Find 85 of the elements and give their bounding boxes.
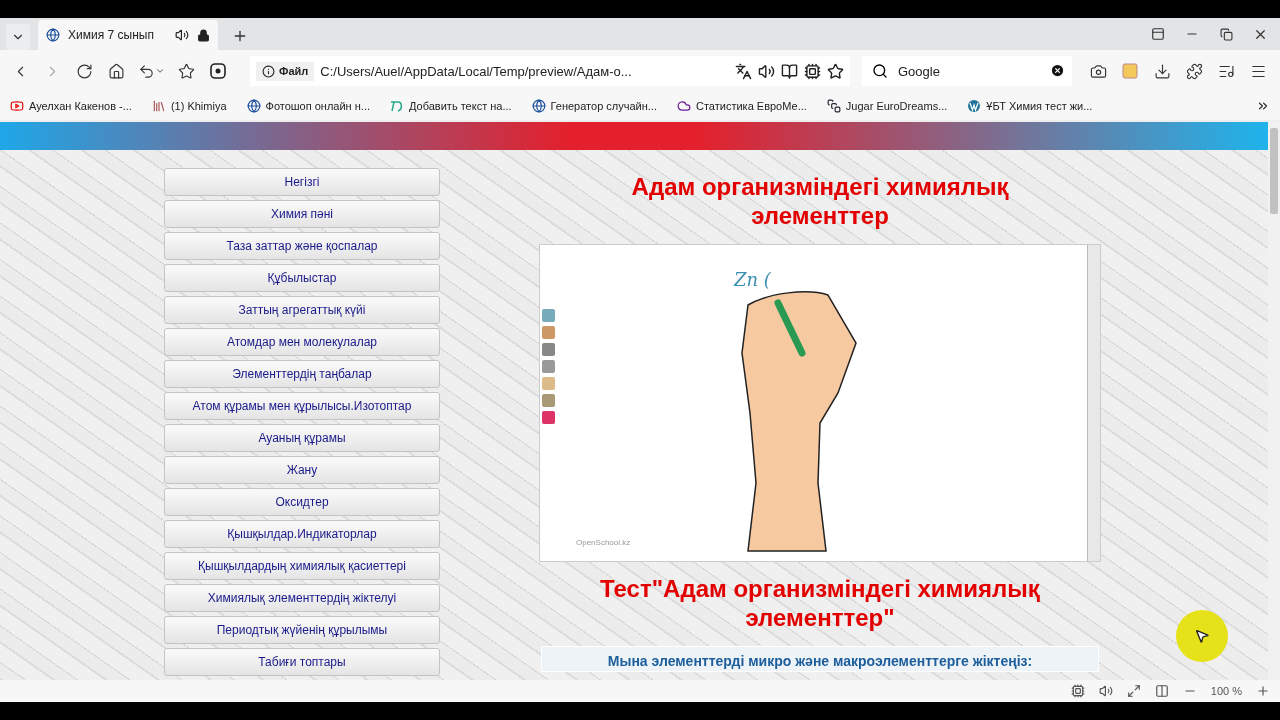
nav-menu-item[interactable]: Химиялық элементтердің жіктелуі (164, 584, 440, 612)
nav-menu-item[interactable]: Периодтық жүйенің құрылымы (164, 616, 440, 644)
books-icon (151, 99, 166, 113)
more-bookmarks-icon[interactable] (1256, 99, 1270, 113)
bookmark-link[interactable]: Добавить текст на... (390, 100, 512, 112)
sticker-icon (542, 377, 555, 390)
sticker-icon (542, 343, 555, 356)
bookmark-link[interactable]: ҰБТ Химия тест жи... (967, 99, 1093, 113)
search-field[interactable]: Google (862, 56, 1072, 86)
page-scrollbar[interactable] (1268, 122, 1280, 680)
search-icon (872, 63, 888, 79)
wordpress-logo-icon (967, 99, 982, 113)
nav-menu-item[interactable]: Таза заттар және қоспалар (164, 232, 440, 260)
nav-menu-item[interactable]: Атомдар мен молекулалар (164, 328, 440, 356)
sticker-icon (542, 326, 555, 339)
square-icon (826, 99, 841, 113)
bookmark-link[interactable]: Генератор случайн... (531, 99, 657, 113)
globe-icon (246, 99, 261, 113)
caret-icon (154, 66, 165, 76)
nav-menu-item[interactable]: Элементтердің таңбалар (164, 360, 440, 388)
read-aloud-icon[interactable] (758, 62, 775, 80)
screenshot-icon (1089, 62, 1107, 80)
fullscreen-icon[interactable] (1126, 684, 1141, 698)
new-tab-icon (232, 28, 248, 44)
bookmark-star-icon (177, 62, 195, 80)
speaker-icon[interactable] (1098, 684, 1113, 698)
notes-icon (1122, 63, 1138, 79)
question-text: Мына элементтерді микро және макроэлементтерге жіктеңіз: (607, 653, 1033, 669)
browser-tab[interactable]: Химия 7 сынып (38, 20, 218, 50)
address-bar[interactable]: Файл C:/Users/Auel/AppData/Local/Temp/preview/Адам-о... (250, 56, 850, 86)
extensions-icon (1185, 62, 1203, 80)
nav-menu-item[interactable]: Табиғи топтары (164, 648, 440, 676)
sticker-icon (542, 309, 555, 322)
nav-menu-item[interactable]: Қышқылдардың химиялық қасиеттері (164, 552, 440, 580)
test-title: Тест"Адам организміндегі химиялық элементтер" (599, 574, 1041, 632)
site-info-button[interactable]: Файл (256, 61, 315, 81)
bookmark-link[interactable]: Фотошоп онлайн н... (246, 99, 370, 113)
nav-menu-item[interactable]: Химия пәні (164, 200, 440, 228)
chip-icon[interactable] (1070, 684, 1085, 698)
url-text: C:/Users/Auel/AppData/Local/Temp/preview/Адам-о... (320, 63, 633, 79)
home-icon (107, 62, 125, 80)
bookmark-link[interactable]: Jugar EuroDreams... (826, 99, 948, 113)
cloud-icon (677, 99, 691, 113)
nav-menu-item[interactable]: Заттың агрегаттық күйі (164, 296, 440, 324)
video-scrollbar[interactable] (1087, 245, 1100, 561)
bookmark-link[interactable]: (1) Khimiya (151, 99, 227, 113)
zoom-in-icon[interactable] (1256, 684, 1270, 698)
speaker-icon (175, 28, 189, 42)
nav-menu-item[interactable]: Ауаның құрамы (164, 424, 440, 452)
video-icon (10, 99, 24, 113)
tab-list-button[interactable] (6, 24, 30, 50)
nav-menu-item[interactable]: Қышқылдар.Индикаторлар (164, 520, 440, 548)
restore-icon (1219, 27, 1233, 41)
cursor-icon (1194, 628, 1210, 644)
sticker-icon (542, 411, 555, 424)
add-favorite-icon[interactable] (827, 62, 844, 80)
bookmark-link[interactable]: Ауелхан Какенов -... (10, 99, 132, 113)
video-watermark: OpenSchool.kz (576, 538, 631, 547)
sticker-icon (542, 394, 555, 407)
td-logo-icon (390, 100, 404, 112)
zoom-level: 100 % (1210, 685, 1242, 697)
globe-icon (531, 99, 546, 113)
nav-menu-item[interactable]: Атом құрамы мен құрылысы.Изотоптар (164, 392, 440, 420)
lock-icon (197, 28, 210, 42)
bookmark-link[interactable]: Статистика ЕвроМе... (677, 99, 807, 113)
undo-icon (137, 62, 155, 80)
nav-menu-item[interactable]: Құбылыстар (164, 264, 440, 292)
nav-menu-item[interactable]: Жану (164, 456, 440, 484)
video-player[interactable]: Zn ( OpenSchool.kz (539, 244, 1101, 562)
reload-icon (75, 62, 93, 80)
tab-title: Химия 7 сынып (68, 28, 155, 42)
page-title: Адам организміндегі химиялық элементтер (630, 172, 1010, 230)
ug-logo-icon (210, 63, 226, 79)
download-icon (1153, 62, 1171, 80)
split-view-icon[interactable] (1154, 684, 1169, 698)
sticker-icon (542, 360, 555, 373)
translate-icon[interactable] (735, 62, 752, 80)
handwritten-text: Zn ( (734, 269, 771, 290)
info-icon (262, 64, 275, 78)
reader-view-icon[interactable] (781, 62, 798, 80)
window-layout-icon (1151, 27, 1165, 41)
globe-icon (46, 28, 60, 42)
nav-menu-item[interactable]: Негізгі (164, 168, 440, 196)
scrollbar-thumb[interactable] (1270, 128, 1278, 214)
nav-menu-item[interactable]: Оксидтер (164, 488, 440, 516)
